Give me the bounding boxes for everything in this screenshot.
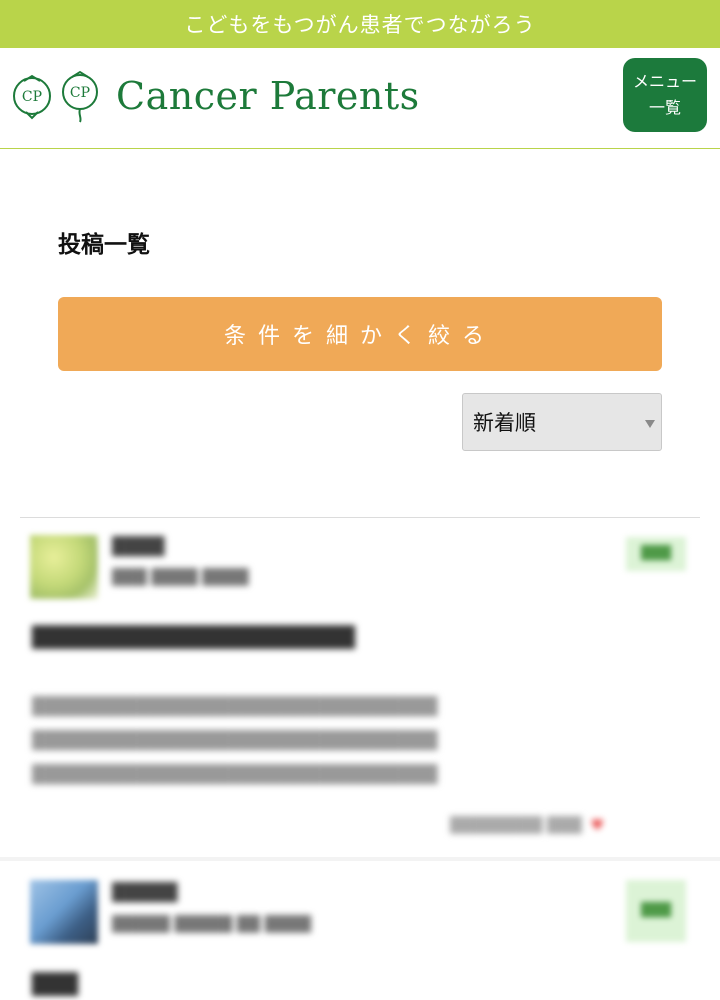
svg-text:CP: CP xyxy=(22,89,42,105)
logo-mark-icon: CP xyxy=(62,70,98,123)
post-category-badge: ███ xyxy=(626,880,686,942)
page-title: 投稿一覧 xyxy=(58,232,150,258)
site-header: CP CP Cancer Parents メニュー 一覧 xyxy=(0,48,720,149)
post-footer: ████████ ███ ♥ xyxy=(450,816,604,834)
post-username[interactable]: ████ xyxy=(112,537,164,557)
top-banner: こどもをもつがん患者でつながろう xyxy=(0,0,720,48)
main-content: 投稿一覧 条件を細かく絞る 新着順 xyxy=(0,225,720,451)
post-body-line: ███████████████████████████████ xyxy=(32,765,438,785)
site-logo[interactable]: CP CP Cancer Parents xyxy=(10,68,420,124)
post-headline[interactable]: █████████████████████ xyxy=(32,625,355,649)
logo-text: Cancer Parents xyxy=(116,74,420,118)
sort-selected-value: 新着順 xyxy=(473,411,536,435)
post-username[interactable]: █████ xyxy=(112,883,177,903)
post-body-line: ███████████████████████████████ xyxy=(32,731,438,751)
menu-button[interactable]: メニュー 一覧 xyxy=(623,58,707,132)
post-headline[interactable]: ███ xyxy=(32,972,78,996)
post-meta: ███ ████ ████ xyxy=(112,568,249,586)
post-divider xyxy=(0,857,720,861)
heart-icon[interactable]: ♥ xyxy=(590,816,603,834)
svg-text:CP: CP xyxy=(70,85,90,101)
feed-divider xyxy=(20,517,700,518)
menu-label-line2: 一覧 xyxy=(648,98,681,117)
filter-button-label: 条件を細かく絞る xyxy=(223,324,496,349)
user-avatar[interactable] xyxy=(30,880,98,944)
post-meta: █████ █████ ██ ████ xyxy=(112,915,311,933)
banner-tagline: こどもをもつがん患者でつながろう xyxy=(184,13,536,37)
sort-select[interactable]: 新着順 xyxy=(462,393,662,451)
post-date: ████████ ███ xyxy=(450,816,582,834)
post-category-badge: ███ xyxy=(626,537,686,571)
user-avatar[interactable] xyxy=(30,535,98,599)
logo-mark-icon: CP xyxy=(13,74,51,120)
dropdown-arrow-icon xyxy=(645,420,655,428)
filter-button[interactable]: 条件を細かく絞る xyxy=(58,297,662,371)
menu-label-line1: メニュー xyxy=(632,72,697,92)
post-body-line: ███████████████████████████████ xyxy=(32,697,438,717)
